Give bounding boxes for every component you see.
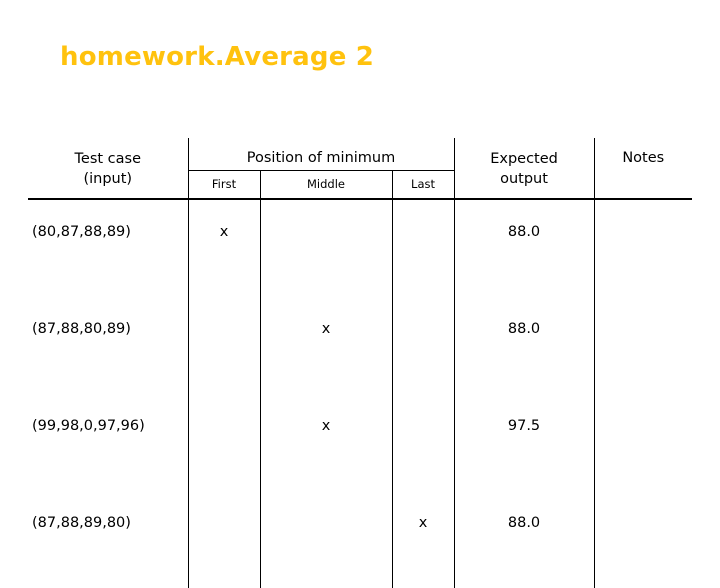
cell-expected-output: 97.5 xyxy=(454,394,595,491)
cell-notes xyxy=(594,297,692,394)
table-row: (80,87,88,89) x 88.0 xyxy=(28,199,692,297)
cell-position-last xyxy=(392,297,455,394)
cell-expected-output: 88.0 xyxy=(454,199,595,297)
cell-notes xyxy=(594,199,692,297)
cell-position-last xyxy=(392,394,455,491)
header-test-case-line1: Test case xyxy=(74,151,142,167)
header-position-last: Last xyxy=(392,170,455,198)
cell-notes xyxy=(594,394,692,491)
page-title: homework.Average 2 xyxy=(60,42,375,72)
test-case-table-container: Test case (input) Position of minimum Ex… xyxy=(28,138,693,588)
slide: homework.Average 2 Test case (input) Pos… xyxy=(0,0,720,588)
header-position-of-minimum: Position of minimum xyxy=(187,138,455,171)
cell-expected-output: 88.0 xyxy=(454,297,595,394)
header-expected-output: Expected output xyxy=(454,138,595,198)
cell-input: (87,88,80,89) xyxy=(32,321,131,337)
cell-position-first xyxy=(187,297,261,394)
cell-position-first: x xyxy=(187,199,261,297)
cell-position-last xyxy=(392,199,455,297)
header-expected-line2: output xyxy=(500,170,548,187)
header-position-first: First xyxy=(187,170,261,198)
cell-input: (99,98,0,97,96) xyxy=(32,418,145,434)
header-position-middle: Middle xyxy=(260,170,393,198)
cell-position-first xyxy=(187,394,261,491)
table-row: (99,98,0,97,96) x 97.5 xyxy=(28,394,692,491)
header-test-case-line2: (input) xyxy=(83,170,133,187)
cell-position-middle xyxy=(260,199,393,297)
test-case-table: Test case (input) Position of minimum Ex… xyxy=(28,138,693,588)
cell-input: (80,87,88,89) xyxy=(32,224,131,240)
table-row: (87,88,80,89) x 88.0 xyxy=(28,297,692,394)
table-header-row: Test case (input) Position of minimum Ex… xyxy=(28,138,692,198)
cell-position-middle: x xyxy=(260,297,393,394)
cell-position-middle: x xyxy=(260,394,393,491)
header-test-case: Test case (input) xyxy=(28,138,188,198)
header-notes: Notes xyxy=(622,150,665,166)
header-expected-line1: Expected xyxy=(490,151,558,167)
